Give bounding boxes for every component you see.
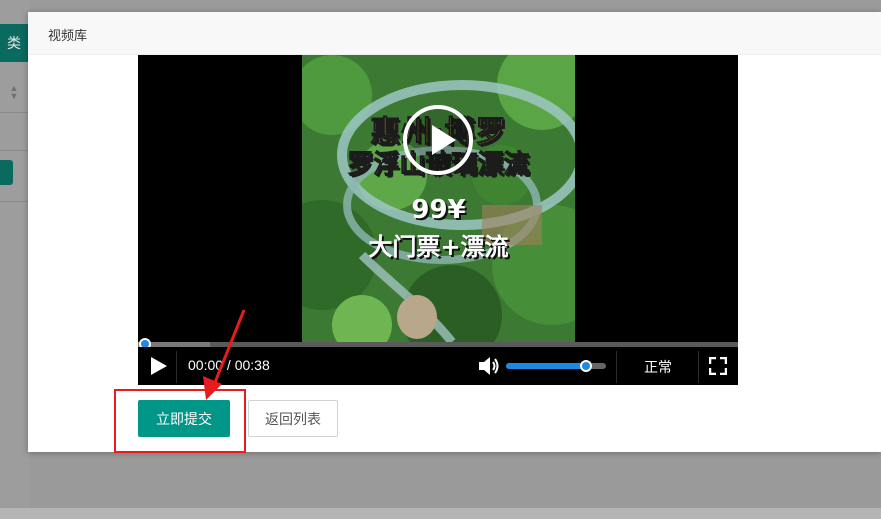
video-library-modal: 视频库 惠州·博罗 罗浮山玻璃漂流 99¥ 大门票+漂流 00:00 / 00:… — [28, 12, 881, 452]
background-sidebar — [0, 0, 30, 508]
big-play-icon[interactable] — [403, 105, 473, 175]
fullscreen-icon[interactable] — [709, 357, 727, 375]
background-divider — [0, 201, 30, 202]
volume-thumb[interactable] — [580, 360, 592, 372]
back-to-list-button[interactable]: 返回列表 — [248, 400, 338, 437]
background-divider — [0, 112, 30, 113]
video-frame[interactable]: 惠州·博罗 罗浮山玻璃漂流 99¥ 大门票+漂流 — [302, 55, 575, 342]
control-divider — [616, 351, 617, 383]
background-footer — [0, 508, 881, 519]
play-icon[interactable] — [150, 357, 168, 375]
volume-level — [506, 363, 586, 369]
control-divider — [698, 351, 699, 383]
modal-header: 视频库 — [28, 12, 881, 55]
playback-speed-button[interactable]: 正常 — [628, 357, 688, 377]
sort-icon: ▲ ▼ — [9, 83, 19, 101]
volume-icon[interactable] — [478, 356, 500, 376]
background-button — [0, 160, 13, 185]
background-divider — [0, 150, 30, 151]
volume-slider[interactable] — [506, 360, 606, 372]
player-controls: 00:00 / 00:38 正常 — [138, 347, 738, 385]
time-display: 00:00 / 00:38 — [188, 357, 270, 373]
modal-title: 视频库 — [48, 28, 88, 43]
background-tab: 类 — [0, 24, 28, 62]
video-overlay-ticket: 大门票+漂流 — [368, 233, 509, 261]
video-overlay-price: 99¥ — [411, 195, 466, 225]
video-player[interactable]: 惠州·博罗 罗浮山玻璃漂流 99¥ 大门票+漂流 00:00 / 00:38 正… — [138, 55, 738, 385]
control-divider — [176, 351, 177, 383]
annotation-highlight-box — [114, 389, 246, 453]
